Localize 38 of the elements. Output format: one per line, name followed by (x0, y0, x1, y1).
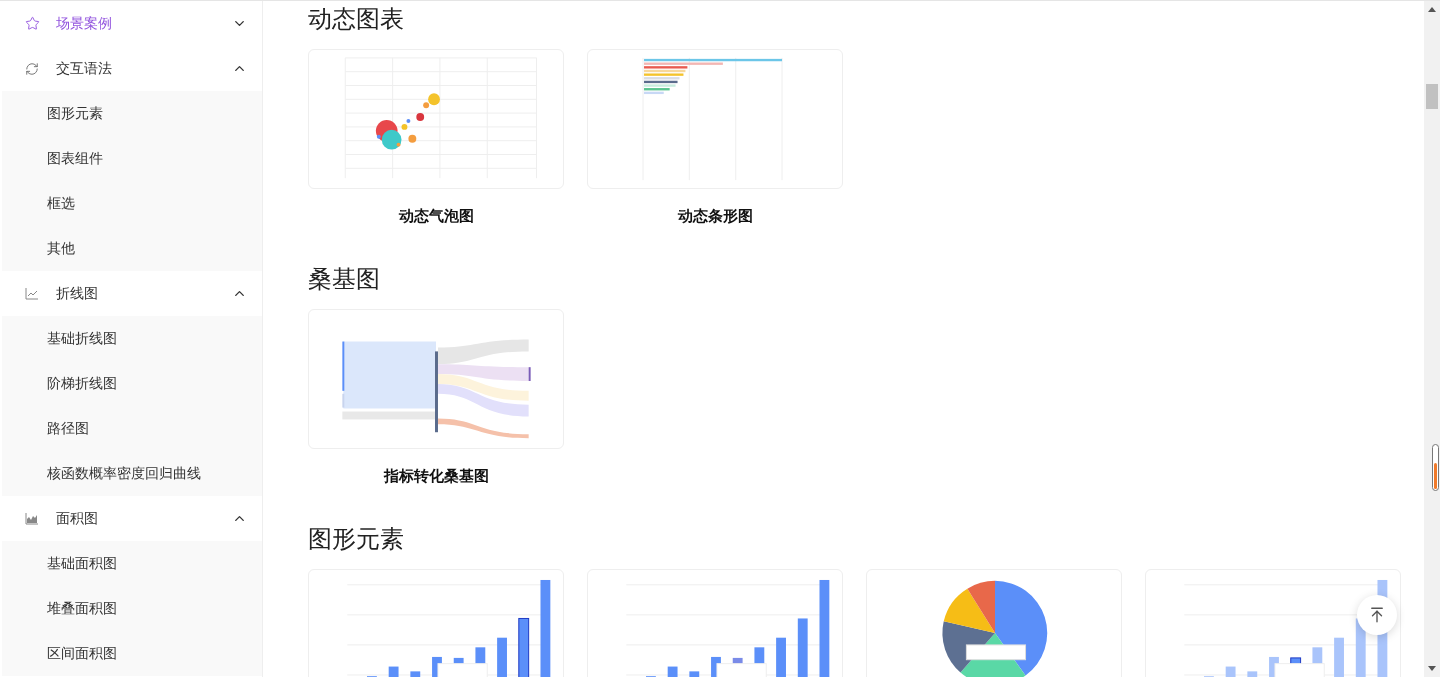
scrollbar[interactable] (1424, 1, 1440, 677)
sidebar-item[interactable]: 基础面积图 (47, 553, 117, 574)
sidebar-item[interactable]: 路径图 (47, 418, 89, 439)
bubble-chart-thumbnail[interactable] (308, 49, 564, 189)
sidebar-item[interactable]: 区间面积图 (47, 643, 117, 664)
bar-chart-thumbnail[interactable] (1145, 569, 1401, 677)
bar-chart-thumbnail[interactable] (308, 569, 564, 677)
sidebar-group-header[interactable]: 面积图 (0, 496, 262, 541)
sidebar-item[interactable]: 图表组件 (47, 148, 103, 169)
sidebar-item[interactable]: 图形元素 (47, 103, 103, 124)
card-title[interactable]: 动态条形图 (677, 205, 753, 227)
pie-chart-thumbnail[interactable] (866, 569, 1122, 677)
area-chart-icon (25, 512, 38, 525)
section-title: 桑基图 (308, 264, 381, 294)
sankey-chart-thumbnail[interactable] (308, 309, 564, 449)
sidebar-item[interactable]: 堆叠面积图 (47, 598, 117, 619)
star-icon (25, 16, 40, 31)
scrollbar-thumb[interactable] (1426, 84, 1438, 109)
card-title[interactable]: 指标转化桑基图 (383, 465, 489, 487)
refresh-icon (25, 61, 39, 76)
section-title: 动态图表 (308, 4, 405, 34)
sidebar-item[interactable]: 基础折线图 (47, 328, 117, 349)
sidebar-item[interactable]: 阶梯折线图 (47, 373, 117, 394)
card-title[interactable]: 动态气泡图 (398, 205, 474, 227)
scroll-progress-indicator (1432, 444, 1439, 491)
scroll-down-arrow-icon[interactable] (1428, 666, 1436, 671)
section-title: 图形元素 (308, 524, 405, 554)
bar-chart-thumbnail[interactable] (587, 569, 843, 677)
back-to-top-icon (1368, 606, 1386, 624)
sidebar-group-header[interactable]: 折线图 (0, 271, 262, 316)
sidebar-item[interactable]: 框选 (47, 193, 75, 214)
sidebar-group-header[interactable]: 场景案例 (0, 1, 262, 46)
sidebar-item[interactable]: 其他 (47, 238, 75, 259)
sidebar-item[interactable]: 核函数概率密度回归曲线 (47, 463, 201, 484)
scroll-up-arrow-icon[interactable] (1428, 7, 1436, 12)
line-chart-icon (25, 287, 38, 300)
bar-race-chart-thumbnail[interactable] (587, 49, 843, 189)
sidebar-group-header[interactable]: 交互语法 (0, 46, 262, 91)
